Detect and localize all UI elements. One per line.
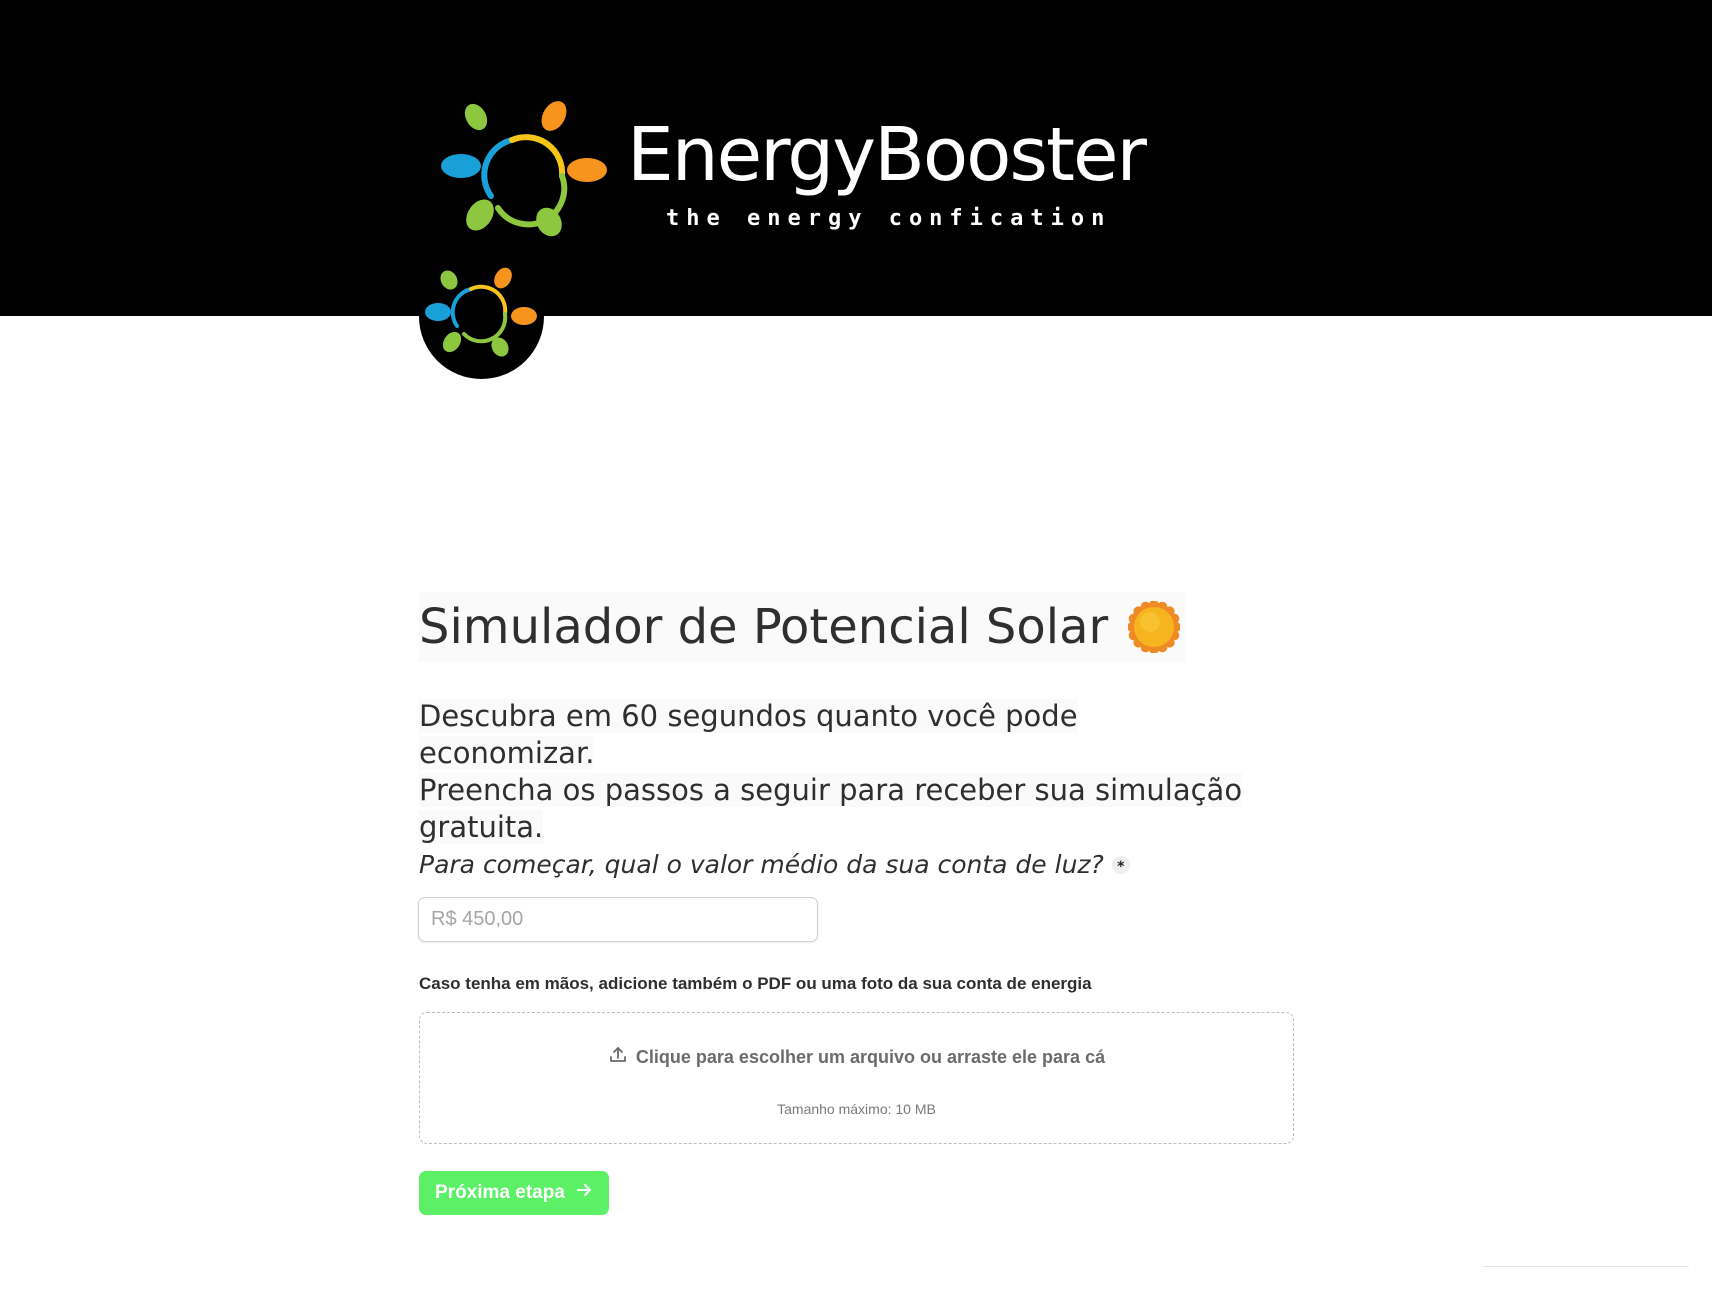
upload-icon bbox=[608, 1045, 628, 1070]
sunflower-avatar-icon bbox=[425, 267, 537, 357]
page-avatar bbox=[419, 254, 544, 379]
page-title-text: Simulador de Potencial Solar bbox=[419, 599, 1109, 656]
intro-text: Descubra em 60 segundos quanto você pode… bbox=[419, 698, 1259, 846]
brand-name: EnergyBooster bbox=[627, 112, 1147, 198]
upload-label: Caso tenha em mãos, adicione também o PD… bbox=[419, 974, 1092, 993]
sunflower-logo-icon bbox=[441, 101, 607, 237]
sun-icon bbox=[1127, 600, 1182, 655]
bill-amount-input[interactable] bbox=[418, 897, 818, 942]
next-step-button[interactable]: Próxima etapa bbox=[419, 1171, 609, 1215]
dropzone-prompt: Clique para escolher um arquivo ou arras… bbox=[420, 1045, 1293, 1070]
required-indicator: * bbox=[1111, 855, 1130, 875]
brand-logo: EnergyBooster the energy confication bbox=[436, 100, 1156, 250]
bill-question-text: Para começar, qual o valor médio da sua … bbox=[419, 850, 1104, 879]
intro-line-1: Descubra em 60 segundos quanto você pode… bbox=[419, 699, 1078, 770]
next-step-label: Próxima etapa bbox=[435, 1182, 565, 1203]
bill-question-label: Para começar, qual o valor médio da sua … bbox=[419, 850, 1130, 879]
intro-line-2: Preencha os passos a seguir para receber… bbox=[419, 773, 1243, 844]
corner-divider bbox=[1483, 1266, 1689, 1267]
dropzone-prompt-text: Clique para escolher um arquivo ou arras… bbox=[635, 1047, 1106, 1067]
page-title: Simulador de Potencial Solar bbox=[419, 592, 1187, 663]
cover-banner: EnergyBooster the energy confication bbox=[0, 0, 1712, 316]
file-dropzone[interactable]: Clique para escolher um arquivo ou arras… bbox=[419, 1012, 1294, 1144]
brand-tagline: the energy confication bbox=[666, 206, 1112, 231]
upload-size-limit: Tamanho máximo: 10 MB bbox=[777, 1101, 936, 1117]
arrow-right-icon bbox=[575, 1181, 593, 1205]
